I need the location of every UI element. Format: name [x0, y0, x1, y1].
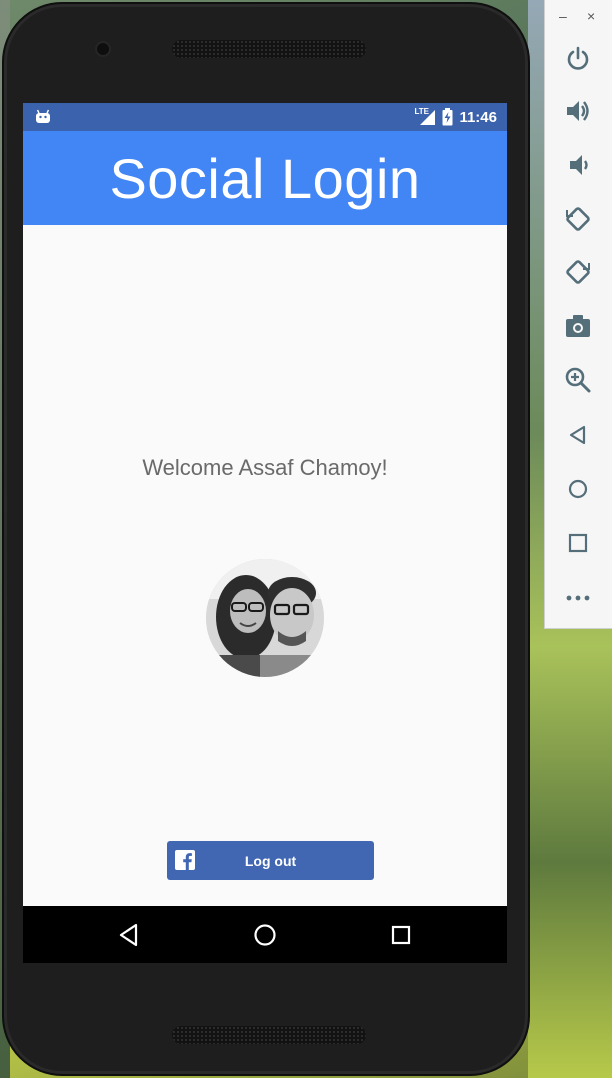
facebook-logout-button[interactable]: Log out: [167, 841, 374, 880]
status-bar: LTE 11:46: [23, 103, 507, 131]
camera-icon[interactable]: [564, 312, 592, 340]
profile-avatar: [206, 559, 324, 677]
facebook-icon: [175, 850, 195, 870]
recents-icon[interactable]: [388, 922, 414, 948]
top-speaker-grille: [172, 40, 366, 58]
minimize-button[interactable]: –: [559, 8, 567, 24]
close-button[interactable]: ×: [587, 8, 595, 24]
back-icon[interactable]: [564, 421, 592, 449]
logout-label: Log out: [244, 852, 297, 869]
phone-screen: LTE 11:46 Social Login Welcome Assaf Cha…: [23, 103, 507, 963]
lte-signal-icon: LTE: [414, 107, 436, 126]
welcome-message: Welcome Assaf Chamoy!: [142, 455, 388, 480]
power-icon[interactable]: [564, 44, 592, 72]
app-title: Social Login: [109, 146, 421, 210]
android-notification-icon: [36, 109, 50, 123]
volume-down-icon[interactable]: [564, 151, 592, 179]
status-icons: LTE 11:46: [414, 107, 497, 127]
battery-charging-icon: [442, 108, 453, 126]
rotate-right-icon[interactable]: [564, 258, 592, 286]
bottom-speaker-grille: [172, 1026, 366, 1044]
app-bar: Social Login: [23, 131, 507, 225]
status-time: 11:46: [459, 108, 497, 126]
emulator-toolbar: – ×: [544, 0, 612, 629]
overview-icon[interactable]: [564, 529, 592, 557]
volume-up-icon[interactable]: [564, 97, 592, 125]
profile-photo: [206, 559, 324, 677]
navigation-bar: [23, 906, 507, 963]
front-camera: [95, 41, 111, 57]
zoom-icon[interactable]: [564, 366, 592, 394]
rotate-left-icon[interactable]: [564, 205, 592, 233]
back-icon[interactable]: [116, 922, 142, 948]
home-icon[interactable]: [564, 475, 592, 503]
home-icon[interactable]: [252, 922, 278, 948]
more-icon[interactable]: [564, 584, 592, 612]
